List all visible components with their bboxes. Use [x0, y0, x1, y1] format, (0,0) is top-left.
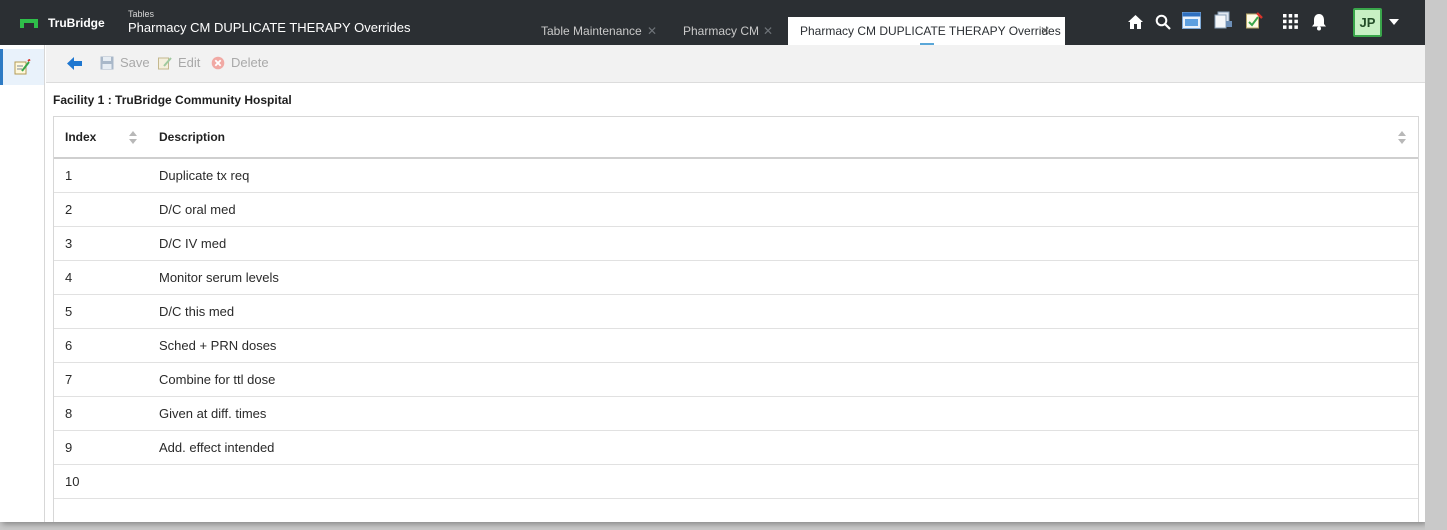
column-header-index[interactable]: Index: [65, 130, 96, 144]
edit-label: Edit: [178, 55, 201, 70]
page-title: Pharmacy CM DUPLICATE THERAPY Overrides: [128, 20, 411, 35]
cell-index: 8: [65, 406, 73, 421]
app-window: TruBridge Tables Pharmacy CM DUPLICATE T…: [0, 0, 1425, 522]
breadcrumb: Tables: [128, 9, 155, 19]
cell-index: 4: [65, 270, 73, 285]
sort-icon[interactable]: [1398, 131, 1406, 145]
trubridge-logo-icon: [20, 18, 38, 28]
table-row[interactable]: 8 Given at diff. times: [54, 397, 1418, 431]
cell-index: 9: [65, 440, 73, 455]
notes-check-icon[interactable]: [1245, 11, 1264, 30]
cell-index: 1: [65, 168, 73, 183]
cell-description: D/C IV med: [159, 236, 227, 251]
sort-icon[interactable]: [129, 131, 137, 145]
edit-note-icon: [14, 59, 31, 75]
cell-description: D/C oral med: [159, 202, 236, 217]
cell-description: D/C this med: [159, 304, 235, 319]
delete-icon: [211, 56, 225, 69]
cell-description: Sched + PRN doses: [159, 338, 277, 353]
page-titles: Tables Pharmacy CM DUPLICATE THERAPY Ove…: [128, 9, 410, 36]
edit-button[interactable]: Edit: [158, 55, 200, 70]
column-header-description[interactable]: Description: [159, 130, 225, 144]
tab-table-maintenance[interactable]: Table Maintenance ✕: [529, 17, 669, 45]
cell-index: 5: [65, 304, 73, 319]
table-row[interactable]: 9 Add. effect intended: [54, 431, 1418, 465]
toolbar: Save Edit Delete: [46, 45, 1425, 83]
table-row[interactable]: 3 D/C IV med: [54, 227, 1418, 261]
top-header: TruBridge Tables Pharmacy CM DUPLICATE T…: [0, 0, 1425, 45]
tab-pharmacy-cm[interactable]: Pharmacy CM ✕: [671, 17, 781, 45]
cell-index: 3: [65, 236, 73, 251]
table-row[interactable]: 1 Duplicate tx req: [54, 159, 1418, 193]
cell-description: Add. effect intended: [159, 440, 275, 455]
search-icon[interactable]: [1155, 14, 1171, 30]
user-avatar[interactable]: JP: [1353, 8, 1382, 37]
cell-description: Monitor serum levels: [159, 270, 279, 285]
table-row[interactable]: 2 D/C oral med: [54, 193, 1418, 227]
close-icon[interactable]: ✕: [763, 17, 773, 45]
cell-index: 2: [65, 202, 73, 217]
close-icon[interactable]: ✕: [1040, 17, 1050, 45]
floppy-disk-icon: [100, 56, 114, 69]
tab-label: Table Maintenance: [541, 24, 642, 38]
tab-label: Pharmacy CM DUPLICATE THERAPY Overrides: [800, 24, 1061, 38]
cell-index: 7: [65, 372, 73, 387]
delete-label: Delete: [231, 55, 269, 70]
cell-description: Given at diff. times: [159, 406, 267, 421]
brand-logo[interactable]: TruBridge: [20, 16, 105, 30]
table-row[interactable]: 5 D/C this med: [54, 295, 1418, 329]
arrow-left-icon[interactable]: [67, 57, 82, 70]
cell-description: Duplicate tx req: [159, 168, 250, 183]
table-row[interactable]: 4 Monitor serum levels: [54, 261, 1418, 295]
window-icon[interactable]: [1182, 12, 1201, 29]
apps-grid-icon[interactable]: [1283, 14, 1298, 29]
sidebar-item-edit[interactable]: [0, 49, 44, 85]
delete-button[interactable]: Delete: [211, 55, 269, 70]
data-table: Index Description 1 Duplicate tx req 2 D…: [53, 116, 1419, 522]
save-button[interactable]: Save: [100, 55, 150, 70]
tab-label: Pharmacy CM: [683, 24, 760, 38]
table-row[interactable]: 7 Combine for ttl dose: [54, 363, 1418, 397]
left-sidebar: [0, 45, 45, 522]
cell-index: 10: [65, 474, 80, 489]
close-icon[interactable]: ✕: [647, 17, 657, 45]
window-edge: [1425, 0, 1447, 530]
save-label: Save: [120, 55, 150, 70]
documents-icon[interactable]: [1213, 11, 1233, 30]
chevron-down-icon[interactable]: [1389, 19, 1399, 25]
table-row[interactable]: 6 Sched + PRN doses: [54, 329, 1418, 363]
tab-duplicate-therapy-overrides[interactable]: Pharmacy CM DUPLICATE THERAPY Overrides …: [788, 17, 1065, 45]
facility-heading: Facility 1 : TruBridge Community Hospita…: [53, 93, 292, 107]
table-row[interactable]: 10: [54, 465, 1418, 499]
bell-icon[interactable]: [1311, 13, 1327, 31]
cell-index: 6: [65, 338, 73, 353]
edit-icon: [158, 56, 172, 69]
brand-name: TruBridge: [48, 16, 105, 30]
table-header: Index Description: [54, 117, 1418, 159]
cell-description: Combine for ttl dose: [159, 372, 276, 387]
home-icon[interactable]: [1127, 14, 1144, 30]
